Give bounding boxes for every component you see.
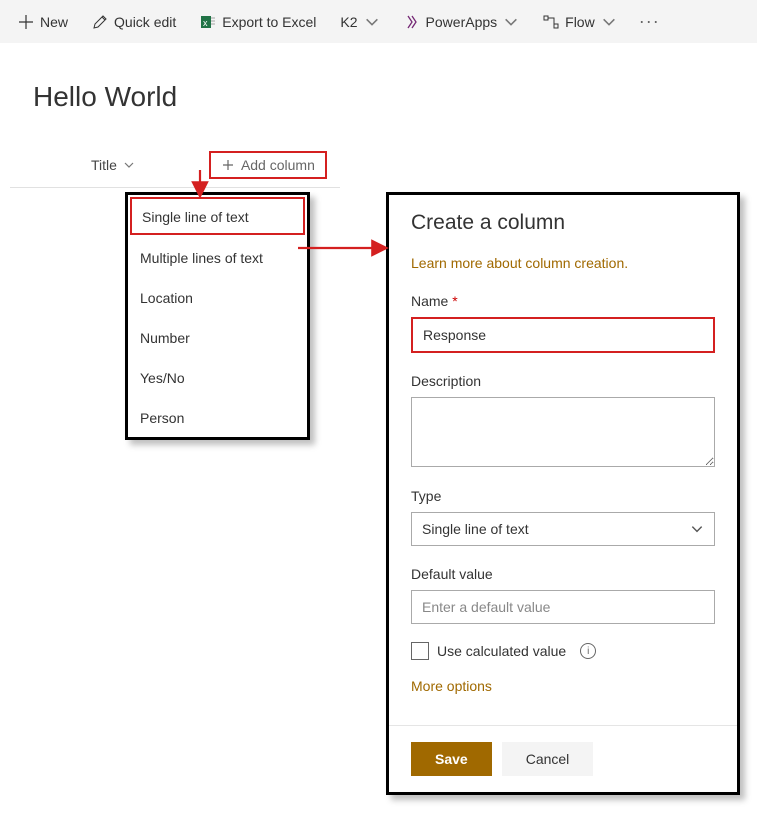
- powerapps-label: PowerApps: [426, 14, 498, 30]
- k2-label: K2: [340, 14, 357, 30]
- dropdown-item-location[interactable]: Location: [128, 277, 307, 317]
- type-select[interactable]: Single line of text: [411, 512, 715, 546]
- add-column-label: Add column: [241, 157, 315, 173]
- dropdown-item-label: Yes/No: [140, 370, 185, 386]
- dropdown-item-number[interactable]: Number: [128, 317, 307, 357]
- dropdown-item-multi-line[interactable]: Multiple lines of text: [128, 237, 307, 277]
- plus-icon: [18, 14, 34, 30]
- dropdown-item-person[interactable]: Person: [128, 397, 307, 437]
- flow-icon: [543, 14, 559, 30]
- column-title-label: Title: [91, 157, 117, 173]
- name-input[interactable]: [411, 317, 715, 353]
- panel-button-row: Save Cancel: [389, 725, 737, 792]
- quick-edit-label: Quick edit: [114, 14, 176, 30]
- required-indicator: *: [452, 293, 457, 309]
- chevron-down-icon: [503, 14, 519, 30]
- calculated-value-label: Use calculated value: [437, 643, 566, 659]
- page-title: Hello World: [33, 81, 757, 113]
- dropdown-item-label: Multiple lines of text: [140, 250, 263, 266]
- save-button[interactable]: Save: [411, 742, 492, 776]
- description-input[interactable]: [411, 397, 715, 467]
- dropdown-item-label: Location: [140, 290, 193, 306]
- dropdown-item-single-line[interactable]: Single line of text: [130, 197, 305, 235]
- pencil-icon: [92, 14, 108, 30]
- powerapps-icon: [404, 14, 420, 30]
- new-button[interactable]: New: [8, 8, 78, 36]
- default-value-input[interactable]: [411, 590, 715, 624]
- chevron-down-icon: [601, 14, 617, 30]
- flow-button[interactable]: Flow: [533, 8, 627, 36]
- k2-button[interactable]: K2: [330, 8, 389, 36]
- default-value-label: Default value: [411, 566, 715, 582]
- powerapps-button[interactable]: PowerApps: [394, 8, 530, 36]
- column-type-dropdown: Single line of text Multiple lines of te…: [125, 192, 310, 440]
- panel-title: Create a column: [411, 211, 715, 235]
- list-header: Title Add column: [10, 151, 340, 188]
- excel-icon: x: [200, 14, 216, 30]
- type-value: Single line of text: [422, 521, 529, 537]
- dropdown-item-label: Person: [140, 410, 184, 426]
- dropdown-item-label: Single line of text: [142, 209, 249, 225]
- dropdown-item-label: Number: [140, 330, 190, 346]
- command-bar: New Quick edit x Export to Excel K2 Powe…: [0, 0, 757, 43]
- more-actions-button[interactable]: ···: [631, 11, 668, 32]
- quick-edit-button[interactable]: Quick edit: [82, 8, 186, 36]
- export-label: Export to Excel: [222, 14, 316, 30]
- learn-more-link[interactable]: Learn more about column creation.: [411, 255, 715, 271]
- add-column-button[interactable]: Add column: [209, 151, 327, 179]
- type-label: Type: [411, 488, 715, 504]
- svg-text:x: x: [203, 18, 208, 28]
- description-label: Description: [411, 373, 715, 389]
- calculated-value-checkbox[interactable]: [411, 642, 429, 660]
- create-column-panel: Create a column Learn more about column …: [386, 192, 740, 795]
- chevron-down-icon: [690, 522, 704, 536]
- new-label: New: [40, 14, 68, 30]
- column-title-header[interactable]: Title: [83, 153, 143, 177]
- cancel-button[interactable]: Cancel: [502, 742, 594, 776]
- calculated-value-row: Use calculated value i: [411, 642, 715, 660]
- name-label: Name *: [411, 293, 715, 309]
- flow-label: Flow: [565, 14, 595, 30]
- info-icon[interactable]: i: [580, 643, 596, 659]
- dropdown-item-yesno[interactable]: Yes/No: [128, 357, 307, 397]
- chevron-down-icon: [364, 14, 380, 30]
- chevron-down-icon: [123, 159, 135, 171]
- export-excel-button[interactable]: x Export to Excel: [190, 8, 326, 36]
- annotation-arrow-right: [298, 240, 390, 259]
- plus-icon: [222, 159, 234, 171]
- more-options-link[interactable]: More options: [411, 678, 492, 694]
